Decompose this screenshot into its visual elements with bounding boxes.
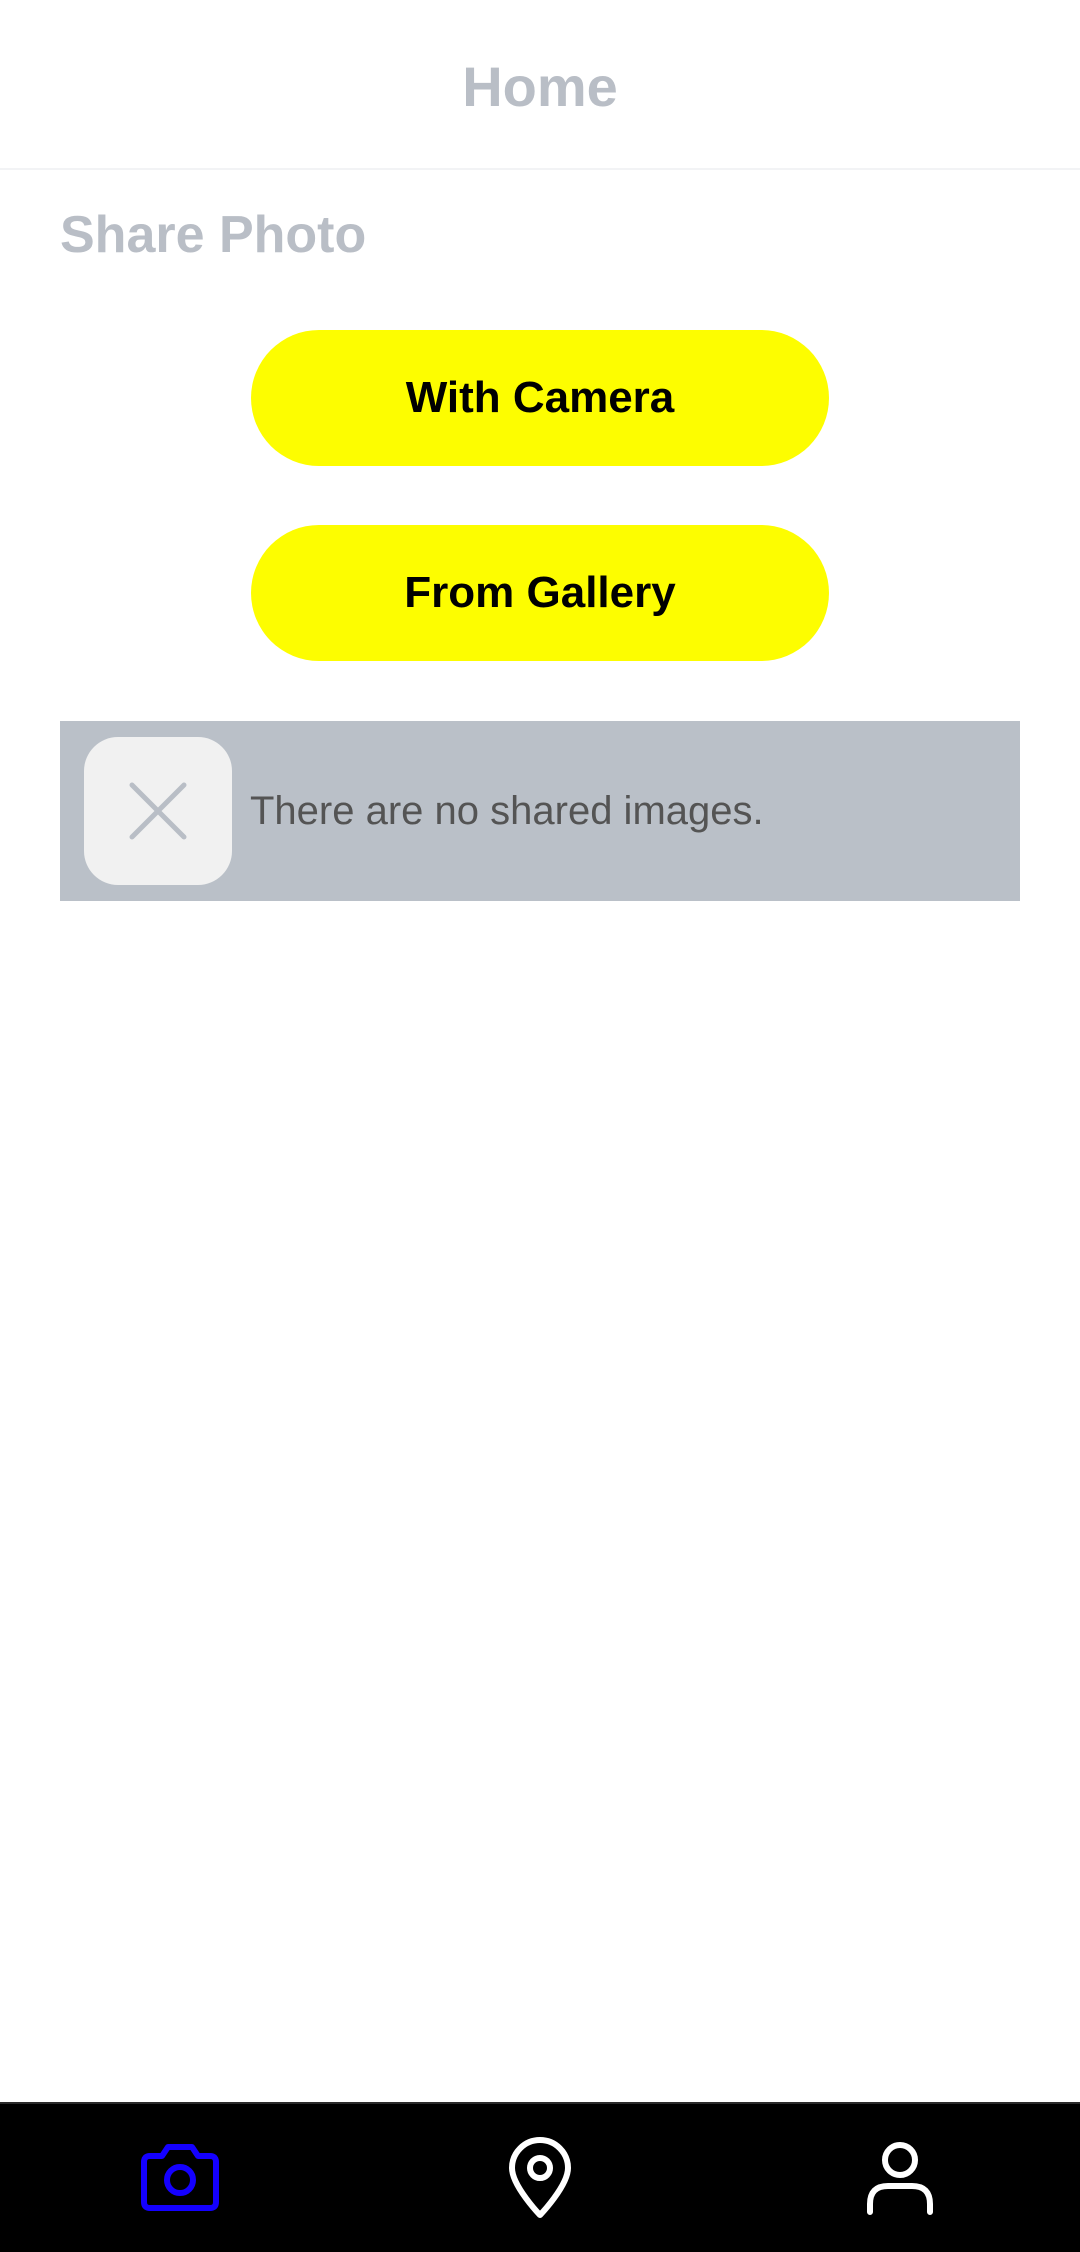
share-photo-heading: Share Photo (60, 206, 367, 264)
empty-state-message: There are no shared images. (250, 788, 764, 833)
with-camera-button[interactable]: With Camera (251, 330, 829, 466)
empty-thumbnail (84, 737, 232, 885)
nav-item-location[interactable] (440, 2104, 640, 2252)
nav-item-profile[interactable] (800, 2104, 1000, 2252)
page-title: Home (462, 54, 618, 118)
nav-item-camera[interactable] (80, 2104, 280, 2252)
camera-icon (141, 2144, 219, 2211)
bottom-navigation (0, 2102, 1080, 2252)
map-pin-icon (509, 2137, 571, 2218)
from-gallery-button[interactable]: From Gallery (251, 525, 829, 661)
app-header: Home (0, 0, 1080, 170)
shared-images-empty-state: There are no shared images. (60, 721, 1020, 901)
user-icon (867, 2142, 933, 2215)
close-icon (129, 782, 187, 840)
